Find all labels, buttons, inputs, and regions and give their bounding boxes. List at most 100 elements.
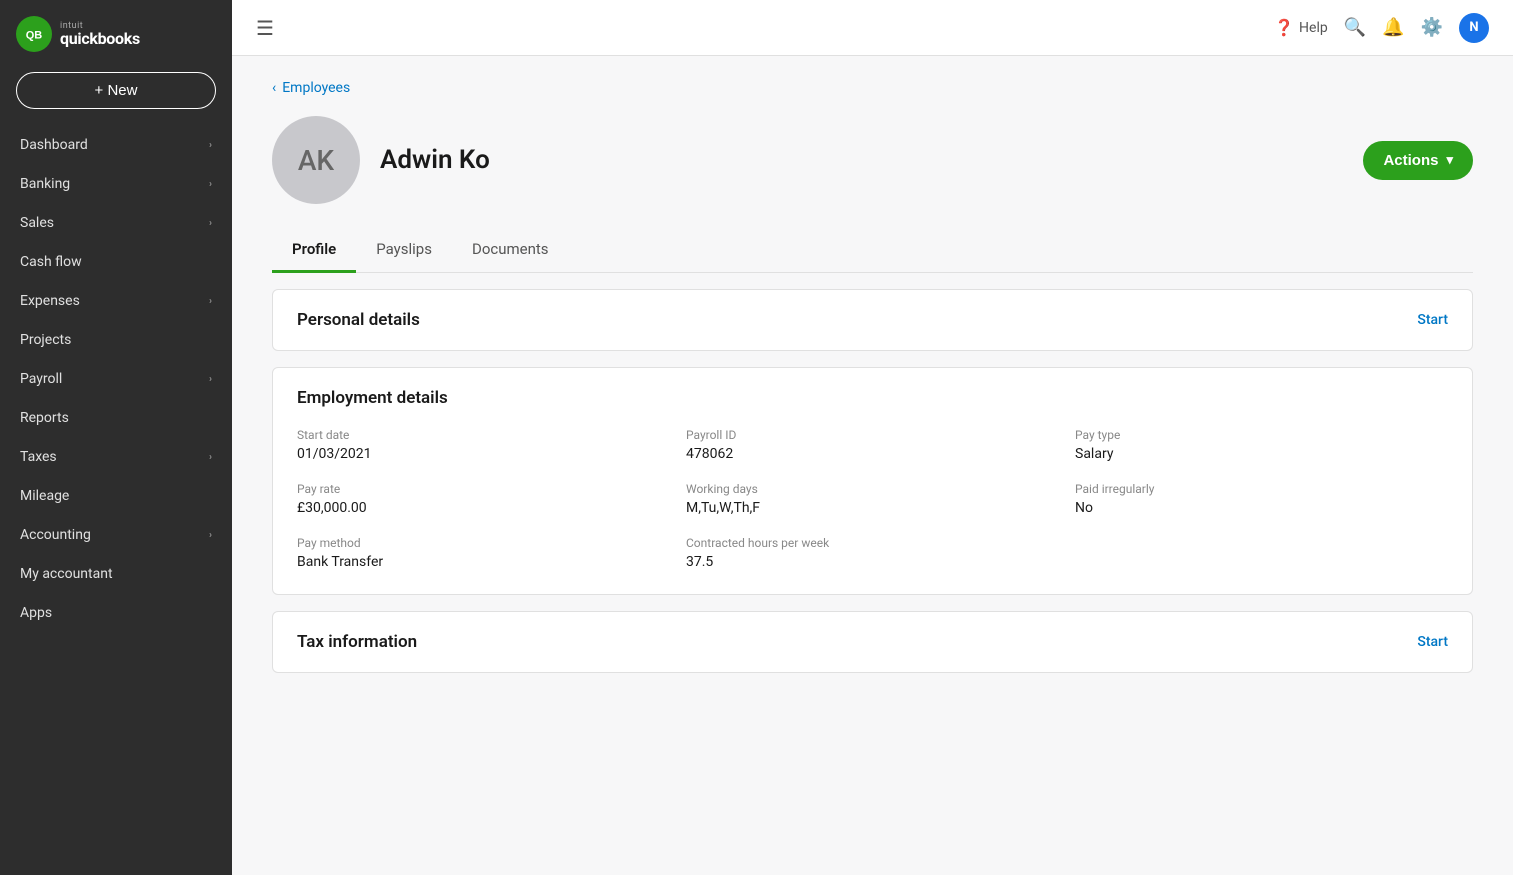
employee-header: AK Adwin Ko Actions ▾ [272,116,1473,204]
contracted-hours-value: 37.5 [686,554,1059,570]
employment-details-body: Start date 01/03/2021 Payroll ID 478062 … [273,428,1472,594]
tab-payslips[interactable]: Payslips [356,228,452,273]
actions-button[interactable]: Actions ▾ [1363,141,1473,180]
sidebar-item-label: Taxes [20,449,57,465]
personal-details-section: Personal details Start [272,289,1473,351]
sidebar-item-accounting[interactable]: Accounting › [4,516,228,554]
start-date-label: Start date [297,428,670,442]
main-area: ☰ ❓ Help 🔍 🔔 ⚙️ N ‹ Employees AK Adwin K… [232,0,1513,875]
tax-information-title: Tax information [297,632,417,652]
tab-profile[interactable]: Profile [272,228,356,273]
detail-grid: Start date 01/03/2021 Payroll ID 478062 … [297,428,1448,570]
qb-logo-icon: QB [16,16,52,52]
sidebar-item-label: Mileage [20,488,69,504]
sidebar-item-cashflow[interactable]: Cash flow [4,243,228,281]
working-days-value: M,Tu,W,Th,F [686,500,1059,516]
paid-irregularly-label: Paid irregularly [1075,482,1448,496]
working-days-label: Working days [686,482,1059,496]
sidebar-item-sales[interactable]: Sales › [4,204,228,242]
sidebar-item-reports[interactable]: Reports [4,399,228,437]
sidebar-item-label: Cash flow [20,254,82,270]
breadcrumb[interactable]: ‹ Employees [272,80,1473,96]
detail-pay-type: Pay type Salary [1075,428,1448,462]
pay-type-label: Pay type [1075,428,1448,442]
pay-rate-label: Pay rate [297,482,670,496]
gear-icon[interactable]: ⚙️ [1421,17,1443,38]
chevron-right-icon: › [209,218,212,229]
sidebar-item-label: Apps [20,605,52,621]
sidebar-item-label: Banking [20,176,70,192]
detail-pay-method: Pay method Bank Transfer [297,536,670,570]
chevron-left-icon: ‹ [272,80,276,96]
topbar-right: ❓ Help 🔍 🔔 ⚙️ N [1274,13,1489,43]
chevron-right-icon: › [209,140,212,151]
payroll-id-label: Payroll ID [686,428,1059,442]
sidebar-item-apps[interactable]: Apps [4,594,228,632]
topbar: ☰ ❓ Help 🔍 🔔 ⚙️ N [232,0,1513,56]
help-label: Help [1299,20,1328,36]
sidebar-item-banking[interactable]: Banking › [4,165,228,203]
employment-details-title: Employment details [297,388,448,408]
chevron-right-icon: › [209,296,212,307]
chevron-right-icon: › [209,374,212,385]
payroll-id-value: 478062 [686,446,1059,462]
user-avatar[interactable]: N [1459,13,1489,43]
employee-name: Adwin Ko [380,145,1363,175]
sidebar-item-label: Payroll [20,371,62,387]
help-circle-icon: ❓ [1274,18,1294,37]
logo-text: intuit quickbooks [60,22,140,47]
sidebar-item-taxes[interactable]: Taxes › [4,438,228,476]
sidebar-item-label: Projects [20,332,71,348]
sidebar-item-payroll[interactable]: Payroll › [4,360,228,398]
new-button[interactable]: + New [16,72,216,109]
personal-details-title: Personal details [297,310,420,330]
logo-area: QB intuit quickbooks [0,0,232,64]
pay-type-value: Salary [1075,446,1448,462]
sidebar-item-label: Accounting [20,527,91,543]
quickbooks-label: quickbooks [60,31,140,47]
sidebar-item-label: Dashboard [20,137,88,153]
chevron-right-icon: › [209,179,212,190]
tab-documents[interactable]: Documents [452,228,569,273]
tax-information-section: Tax information Start [272,611,1473,673]
search-icon[interactable]: 🔍 [1344,17,1366,38]
employment-details-header: Employment details [273,368,1472,428]
employment-details-section: Employment details Start date 01/03/2021… [272,367,1473,595]
sidebar-item-projects[interactable]: Projects [4,321,228,359]
paid-irregularly-value: No [1075,500,1448,516]
sidebar-item-my-accountant[interactable]: My accountant [4,555,228,593]
tax-information-header: Tax information Start [273,612,1472,672]
actions-label: Actions [1383,152,1438,169]
sidebar-item-expenses[interactable]: Expenses › [4,282,228,320]
breadcrumb-label: Employees [282,80,350,96]
detail-paid-irregularly: Paid irregularly No [1075,482,1448,516]
detail-contracted-hours: Contracted hours per week 37.5 [686,536,1059,570]
tax-information-start[interactable]: Start [1417,634,1448,650]
main-nav: Dashboard › Banking › Sales › Cash flow … [0,125,232,633]
avatar: AK [272,116,360,204]
content-area: ‹ Employees AK Adwin Ko Actions ▾ Profil… [232,56,1513,875]
detail-working-days: Working days M,Tu,W,Th,F [686,482,1059,516]
personal-details-start[interactable]: Start [1417,312,1448,328]
bell-icon[interactable]: 🔔 [1382,17,1404,38]
sidebar-item-label: My accountant [20,566,113,582]
tab-bar: Profile Payslips Documents [272,228,1473,273]
sidebar-item-mileage[interactable]: Mileage [4,477,228,515]
detail-pay-rate: Pay rate £30,000.00 [297,482,670,516]
sidebar-item-dashboard[interactable]: Dashboard › [4,126,228,164]
pay-rate-value: £30,000.00 [297,500,670,516]
help-link[interactable]: ❓ Help [1274,18,1328,37]
sidebar-item-label: Reports [20,410,69,426]
chevron-down-icon: ▾ [1446,152,1453,168]
pay-method-label: Pay method [297,536,670,550]
start-date-value: 01/03/2021 [297,446,670,462]
chevron-right-icon: › [209,530,212,541]
menu-icon[interactable]: ☰ [256,16,274,40]
detail-payroll-id: Payroll ID 478062 [686,428,1059,462]
topbar-left: ☰ [256,16,274,40]
pay-method-value: Bank Transfer [297,554,670,570]
sidebar-item-label: Expenses [20,293,80,309]
svg-text:QB: QB [26,30,43,42]
sidebar-item-label: Sales [20,215,54,231]
detail-start-date: Start date 01/03/2021 [297,428,670,462]
